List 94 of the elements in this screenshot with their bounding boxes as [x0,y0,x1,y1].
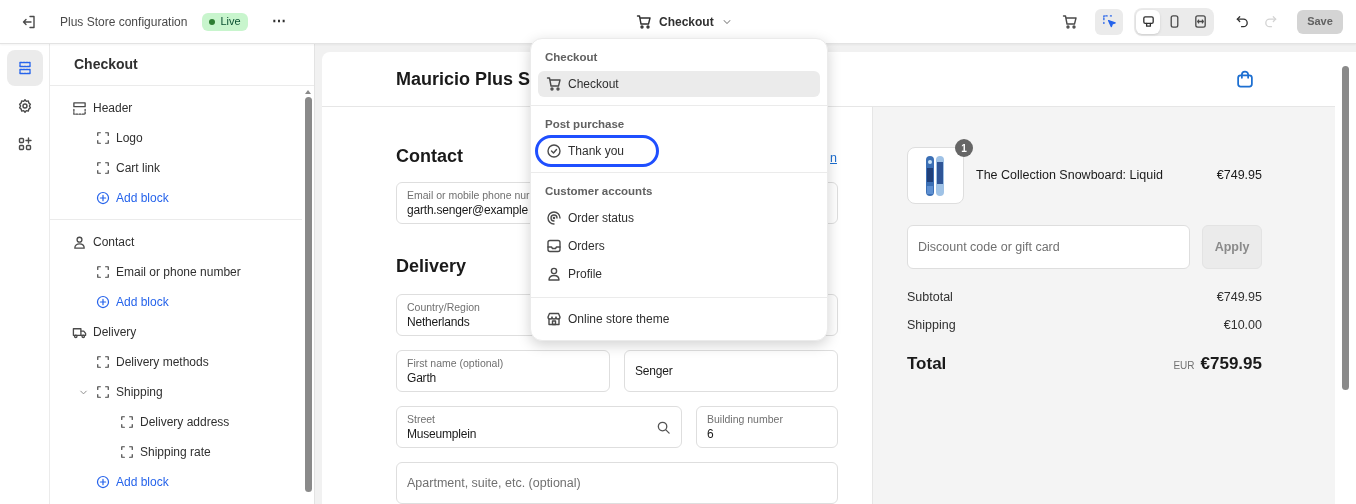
more-button[interactable]: ⋯ [271,11,286,32]
plus-circle-icon [96,191,110,205]
total-value: €759.95 [1200,353,1262,375]
page-switcher[interactable]: Checkout [636,11,733,33]
field-label: Building number [707,412,783,426]
cart-icon [546,76,562,92]
spiral-icon [546,210,562,226]
input-field[interactable]: Senger [624,350,838,392]
field-value: Netherlands [407,313,471,330]
input-field[interactable]: First name (optional) Garth [396,350,610,392]
input-field[interactable]: Street Museumplein [396,406,682,448]
rail-tab[interactable] [6,50,43,86]
block-item[interactable]: Shipping rate [120,443,211,461]
total-label: Total [907,353,947,375]
store-title: Plus Store configuration [60,13,188,31]
input-field[interactable]: Apartment, suite, etc. (optional) [396,462,838,504]
discount-field[interactable]: Discount code or gift card [907,225,1190,269]
field-placeholder: Apartment, suite, etc. (optional) [407,474,581,492]
block-frame-icon [96,161,110,175]
field-label: Email or mobile phone nur [407,188,530,202]
block-item[interactable]: Delivery address [120,413,230,431]
add-block-link[interactable]: Add block [96,189,169,207]
exit-icon [21,13,37,30]
block-frame-icon [96,385,110,399]
block-frame-icon [96,131,110,145]
undo-icon [1234,14,1250,29]
add-block-link[interactable]: Add block [96,473,169,491]
scroll-up-icon [305,90,311,94]
currency-code: EUR [1173,359,1195,373]
store-name: Mauricio Plus S [396,67,531,91]
store-icon [546,311,562,327]
summary-label: Shipping [907,316,956,334]
block-item[interactable]: Cart link [96,159,160,177]
dashed-cursor-icon [1101,14,1117,29]
menu-item[interactable]: Online store theme [538,306,820,332]
summary-value: €749.95 [1216,288,1262,306]
sections-icon [16,60,33,76]
field-label: First name (optional) [407,356,504,370]
header-layout-icon [72,100,87,116]
menu-group-title: Checkout [545,50,598,66]
shopping-bag-icon [1235,69,1255,89]
block-frame-icon [96,355,110,369]
menu-item[interactable]: Orders [538,233,820,259]
field-value: Garth [407,369,437,386]
block-frame-icon [120,415,134,429]
person-icon [546,266,562,282]
block-item[interactable]: Logo [96,129,143,147]
input-field[interactable]: Building number 6 [696,406,838,448]
desktop-view-icon [1140,14,1156,29]
summary-value: €10.00 [1223,316,1262,334]
product-price: €749.95 [1216,167,1262,185]
block-item[interactable]: Delivery methods [96,353,209,371]
apps-icon [16,136,33,152]
field-placeholder: Discount code or gift card [918,238,1060,256]
field-label: Country/Region [407,300,480,314]
summary-label: Subtotal [907,288,953,306]
menu-item[interactable]: Profile [538,261,820,287]
field-label: Street [407,412,436,426]
plus-circle-icon [96,475,110,489]
menu-group-title: Post purchase [545,117,625,133]
cart-icon [1062,13,1078,30]
panel-title: Checkout [74,55,138,74]
cart-icon [636,14,652,30]
section-heading: Delivery [396,256,467,276]
section-item[interactable]: Contact [72,233,135,251]
redo-icon [1262,14,1278,29]
menu-group-title: Customer accounts [545,184,653,200]
block-item[interactable]: Email or phone number [96,263,241,281]
inspector-button[interactable] [1095,8,1123,35]
field-value: 6 [707,425,715,442]
person-icon [72,234,87,250]
menu-item[interactable]: Checkout [538,71,820,97]
inbox-icon [546,238,562,254]
section-item[interactable]: Header [72,99,133,117]
section-heading: Contact [396,145,463,168]
fullwidth-view-icon [1192,14,1208,29]
add-block-link[interactable]: Add block [96,293,169,311]
status-label: Live [220,14,241,30]
search-icon [656,419,671,435]
plus-circle-icon [96,295,110,309]
block-frame-icon [96,265,110,279]
block-item[interactable]: Shipping [96,383,163,401]
field-value: Museumplein [407,425,477,442]
menu-item[interactable]: Thank you [538,138,656,164]
menu-item[interactable]: Order status [538,205,820,231]
quantity-badge: 1 [955,139,973,157]
field-value: garth.senger@example [407,201,529,218]
check-circle-icon [546,143,562,159]
section-item[interactable]: Delivery [72,323,137,341]
field-value: Senger [635,363,673,379]
product-name: The Collection Snowboard: Liquid [976,167,1164,185]
settings-icon [16,98,33,114]
block-frame-icon [120,445,134,459]
view-toggle[interactable] [1136,9,1160,34]
